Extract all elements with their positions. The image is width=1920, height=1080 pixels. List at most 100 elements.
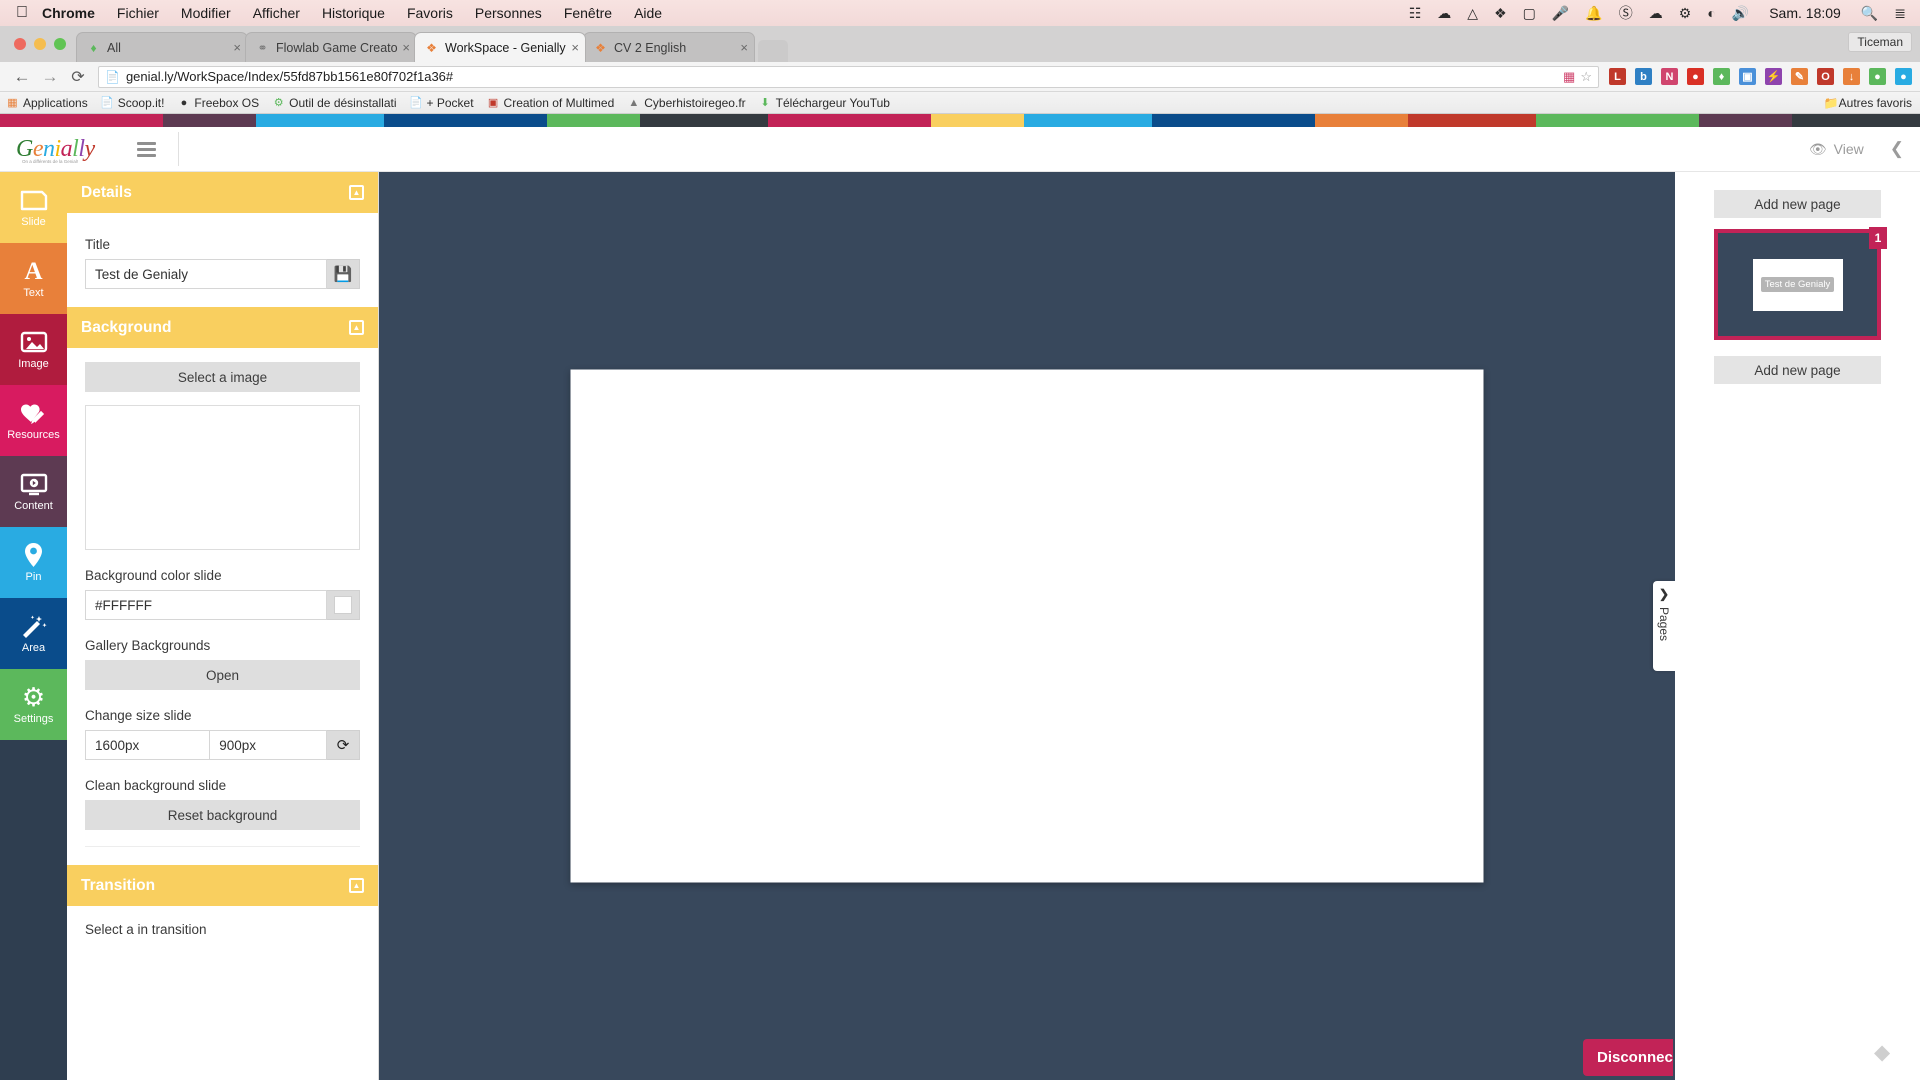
menu-item-afficher[interactable]: Afficher	[253, 5, 300, 21]
add-new-page-bottom-button[interactable]: Add new page	[1714, 356, 1881, 384]
bookmark-outil-desinstallation[interactable]: ⚙ Outil de désinstallati	[272, 96, 397, 110]
browser-tab[interactable]: ⚭ Flowlab Game Creator - Sig ×	[245, 32, 417, 62]
lightning-icon[interactable]: ⚡	[1765, 68, 1782, 85]
share-icon[interactable]: ❮	[1890, 139, 1904, 159]
page-thumbnail[interactable]: 1 Test de Genialy	[1714, 227, 1887, 340]
bookmark-telechargeur-youtube[interactable]: ⬇ Téléchargeur YouTub	[759, 96, 890, 110]
network-icon[interactable]: ☷	[1409, 6, 1422, 20]
bookmark-applications[interactable]: ▦ Applications	[6, 96, 87, 110]
browser-tab[interactable]: ♦ All ×	[76, 32, 248, 62]
browser-tab-active[interactable]: ❖ WorkSpace - Genially ×	[414, 32, 586, 62]
sidebar-item-text[interactable]: A Text	[0, 243, 67, 314]
menu-item-aide[interactable]: Aide	[634, 5, 662, 21]
sidebar-item-resources[interactable]: Resources	[0, 385, 67, 456]
sidebar-item-image[interactable]: Image	[0, 314, 67, 385]
evernote-clipper-icon[interactable]: ♦	[1713, 68, 1730, 85]
close-window-button[interactable]	[14, 38, 26, 50]
apple-icon[interactable]: 	[16, 5, 28, 21]
background-section-header[interactable]: Background ▲	[67, 307, 378, 348]
transition-section-header[interactable]: Transition ▲	[67, 865, 378, 906]
tab-close-icon[interactable]: ×	[740, 40, 748, 55]
save-arrow-icon[interactable]: 💾	[327, 259, 360, 289]
select-image-button[interactable]: Select a image	[85, 362, 360, 392]
slide-height-input[interactable]: 900px	[210, 730, 327, 760]
menu-list-icon[interactable]: ≣	[1894, 6, 1906, 20]
spotlight-search-icon[interactable]: 🔍	[1861, 6, 1878, 20]
sidebar-item-settings[interactable]: ⚙ Settings	[0, 669, 67, 740]
menu-item-fenetre[interactable]: Fenêtre	[564, 5, 612, 21]
slide-canvas[interactable]	[570, 369, 1484, 883]
lastpass-icon[interactable]: L	[1609, 68, 1626, 85]
browser-tab[interactable]: ❖ CV 2 English ×	[583, 32, 755, 62]
bookmark-cyberhistoiregeo[interactable]: ▲ Cyberhistoiregeo.fr	[627, 96, 745, 110]
volume-icon[interactable]: 🔊	[1732, 6, 1749, 20]
bookmark-scoopit[interactable]: 📄 Scoop.it!	[101, 96, 165, 110]
menu-item-fichier[interactable]: Fichier	[117, 5, 159, 21]
open-gallery-button[interactable]: Open	[85, 660, 360, 690]
pages-toggle-tab[interactable]: ❯ Pages	[1653, 581, 1675, 671]
reset-background-button[interactable]: Reset background	[85, 800, 360, 830]
refresh-icon[interactable]: ⟳	[327, 730, 360, 760]
grid-icon[interactable]: ▦	[1563, 69, 1575, 85]
save-icon[interactable]: ↓	[1843, 68, 1860, 85]
reload-button[interactable]: ⟳	[64, 67, 92, 87]
details-section-header[interactable]: Details ▲	[67, 172, 378, 213]
menu-item-historique[interactable]: Historique	[322, 5, 385, 21]
slide-width-input[interactable]: 1600px	[85, 730, 211, 760]
genially-logo[interactable]: Genially On a différents de la Genial!	[16, 136, 95, 164]
menu-item-modifier[interactable]: Modifier	[181, 5, 231, 21]
menu-item-personnes[interactable]: Personnes	[475, 5, 542, 21]
add-new-page-top-button[interactable]: Add new page	[1714, 190, 1881, 218]
bookmark-creation-multimedia[interactable]: ▣ Creation of Multimed	[487, 96, 614, 110]
dropbox-icon[interactable]: ❖	[1494, 6, 1507, 20]
view-button[interactable]: 👁 View	[1809, 141, 1864, 158]
tab-close-icon[interactable]: ×	[233, 40, 241, 55]
airplay-icon[interactable]: ▢	[1523, 6, 1536, 20]
microphone-icon[interactable]: 🎤	[1552, 6, 1569, 20]
back-button[interactable]: ←	[8, 67, 36, 87]
address-bar[interactable]: 📄 genial.ly/WorkSpace/Index/55fd87bb1561…	[98, 65, 1599, 88]
sidebar-item-slide[interactable]: Slide	[0, 172, 67, 243]
bookmark-freebox[interactable]: ● Freebox OS	[177, 96, 260, 110]
sidebar-item-pin[interactable]: Pin	[0, 527, 67, 598]
sidebar-item-area[interactable]: Area	[0, 598, 67, 669]
new-tab-button[interactable]	[758, 40, 788, 62]
image-preview-box[interactable]	[85, 405, 360, 550]
opera-icon[interactable]: O	[1817, 68, 1834, 85]
adblock-icon[interactable]: ●	[1687, 68, 1704, 85]
blue-dot-icon[interactable]: ●	[1895, 68, 1912, 85]
feedly-icon[interactable]: ◆	[1874, 1040, 1898, 1064]
maximize-window-button[interactable]	[54, 38, 66, 50]
drive-icon[interactable]: △	[1467, 6, 1478, 20]
collapse-up-icon[interactable]: ▲	[349, 320, 364, 335]
os-clock[interactable]: Sam. 18:09	[1769, 5, 1841, 21]
cloud-icon[interactable]: ☁	[1437, 6, 1451, 20]
b-icon[interactable]: b	[1635, 68, 1652, 85]
bookmark-pocket[interactable]: 📄 + Pocket	[410, 96, 474, 110]
background-color-input[interactable]: #FFFFFF	[85, 590, 327, 620]
n-icon[interactable]: N	[1661, 68, 1678, 85]
bookmark-other-folder[interactable]: 📁 Autres favoris	[1824, 96, 1912, 110]
pen-icon[interactable]: ✎	[1791, 68, 1808, 85]
forward-button[interactable]: →	[36, 67, 64, 87]
creative-cloud-icon[interactable]: Ⓢ	[1619, 6, 1633, 20]
canvas-area[interactable]	[379, 172, 1675, 1080]
disconnect-button[interactable]: Disconnect	[1583, 1039, 1673, 1076]
notification-bell-icon[interactable]: 🔔	[1585, 6, 1602, 20]
collapse-up-icon[interactable]: ▲	[349, 185, 364, 200]
sidebar-item-content[interactable]: Content	[0, 456, 67, 527]
green-dot-icon[interactable]: ●	[1869, 68, 1886, 85]
color-swatch-button[interactable]	[327, 590, 360, 620]
tab-close-icon[interactable]: ×	[571, 40, 579, 55]
tab-close-icon[interactable]: ×	[402, 40, 410, 55]
star-icon[interactable]: ☆	[1580, 69, 1592, 85]
minimize-window-button[interactable]	[34, 38, 46, 50]
hamburger-menu-icon[interactable]	[136, 141, 156, 157]
profile-chip[interactable]: Ticeman	[1848, 32, 1912, 52]
title-input[interactable]: Test de Genialy	[85, 259, 327, 289]
onedrive-icon[interactable]: ☁	[1649, 6, 1663, 20]
camera-icon[interactable]: ▣	[1739, 68, 1756, 85]
wifi-icon[interactable]: ◐	[1707, 6, 1715, 20]
bluetooth-icon[interactable]: ⚙	[1679, 6, 1692, 20]
collapse-up-icon[interactable]: ▲	[349, 878, 364, 893]
